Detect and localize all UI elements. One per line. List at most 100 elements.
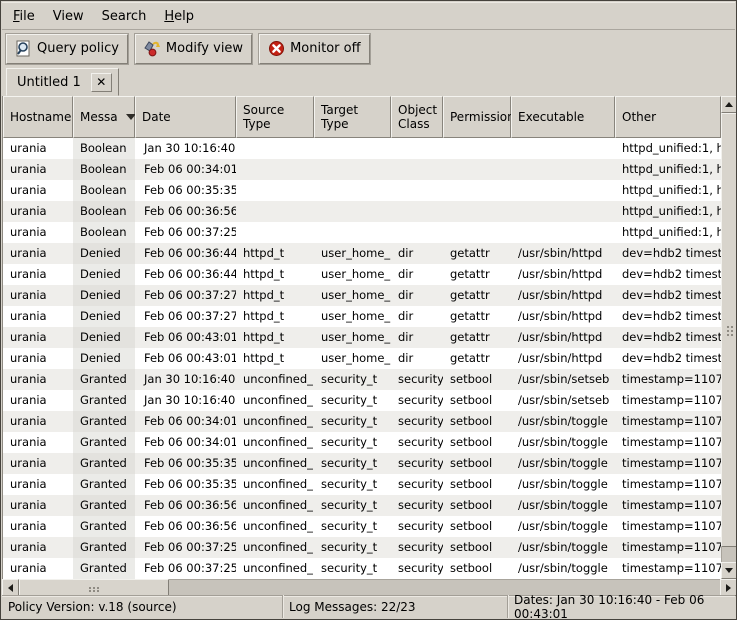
cell-executable: /usr/sbin/toggle [511,495,615,516]
table-body: uraniaBooleanJan 30 10:16:40httpd_unifie… [3,138,721,579]
cell-source-type [236,138,314,159]
column-header-executable[interactable]: Executable [511,96,615,138]
column-header-date[interactable]: Date [135,96,236,138]
scroll-left-arrow[interactable] [2,579,19,596]
cell-other: dev=hdb2 timesta [615,306,721,327]
cell-hostname: urania [3,243,73,264]
cell-other: timestamp=11076 [615,558,721,579]
cell-target-type: security_t [314,558,391,579]
table-row[interactable]: uraniaDeniedFeb 06 00:36:44httpd_tuser_h… [3,264,721,285]
down-arrow-icon [725,568,733,573]
cell-other: timestamp=11071 [615,369,721,390]
cell-executable: /usr/sbin/toggle [511,474,615,495]
menu-search[interactable]: Search [93,5,156,28]
vertical-scrollbar-thumb[interactable] [721,113,737,547]
table-row[interactable]: uraniaGrantedFeb 06 00:35:35unconfined_s… [3,453,721,474]
cell-permission: getattr [443,327,511,348]
menu-file[interactable]: File [4,5,44,28]
menu-view[interactable]: View [44,5,93,28]
table-row[interactable]: uraniaBooleanFeb 06 00:36:56httpd_unifie… [3,201,721,222]
tab-untitled-1[interactable]: Untitled 1 ✕ [6,68,119,96]
column-header-source-type[interactable]: Source Type [236,96,314,138]
table-row[interactable]: uraniaDeniedFeb 06 00:43:01httpd_tuser_h… [3,348,721,369]
cell-target-type: security_t [314,390,391,411]
cell-hostname: urania [3,516,73,537]
cell-source-type [236,201,314,222]
table-row[interactable]: uraniaDeniedFeb 06 00:37:27httpd_tuser_h… [3,306,721,327]
cell-target-type: security_t [314,432,391,453]
cell-object-class: dir [391,348,443,369]
cell-date: Feb 06 00:35:35 [135,474,236,495]
horizontal-scrollbar-thumb[interactable] [19,579,169,596]
tab-close-button[interactable]: ✕ [91,73,112,92]
cell-object-class: security [391,495,443,516]
tab-bar: Untitled 1 ✕ [2,67,735,96]
cell-permission [443,159,511,180]
column-header-other[interactable]: Other [615,96,721,138]
column-header-hostname[interactable]: Hostname [3,96,73,138]
table-row[interactable]: uraniaBooleanFeb 06 00:37:25httpd_unifie… [3,222,721,243]
column-header-object-class[interactable]: Object Class [391,96,443,138]
vertical-scrollbar[interactable] [721,96,737,579]
cell-message: Boolean [73,138,135,159]
cell-object-class [391,180,443,201]
column-header-permission[interactable]: Permission [443,96,511,138]
cell-object-class [391,159,443,180]
cell-target-type: user_home_ [314,327,391,348]
cell-object-class: dir [391,243,443,264]
modify-view-icon [144,40,161,57]
scroll-down-arrow[interactable] [721,562,737,579]
cell-source-type: httpd_t [236,285,314,306]
cell-date: Feb 06 00:43:01 [135,348,236,369]
cell-target-type [314,201,391,222]
cell-target-type: security_t [314,495,391,516]
cell-permission: getattr [443,306,511,327]
menu-help[interactable]: Help [155,5,203,28]
cell-target-type: user_home_ [314,306,391,327]
cell-object-class: security [391,369,443,390]
cell-date: Feb 06 00:36:44 [135,243,236,264]
table-row[interactable]: uraniaGrantedFeb 06 00:34:01unconfined_s… [3,432,721,453]
table-row[interactable]: uraniaBooleanFeb 06 00:34:01httpd_unifie… [3,159,721,180]
cell-source-type: unconfined_ [236,432,314,453]
cell-object-class: security [391,432,443,453]
table-row[interactable]: uraniaBooleanJan 30 10:16:40httpd_unifie… [3,138,721,159]
cell-date: Jan 30 10:16:40 [135,369,236,390]
application-window: File View Search Help Query policy [0,0,737,620]
table-row[interactable]: uraniaGrantedFeb 06 00:37:25unconfined_s… [3,558,721,579]
column-header-message[interactable]: Messa [73,96,135,138]
cell-message: Granted [73,516,135,537]
cell-permission [443,222,511,243]
table-row[interactable]: uraniaGrantedJan 30 10:16:40unconfined_s… [3,369,721,390]
cell-object-class: dir [391,264,443,285]
cell-permission [443,180,511,201]
cell-hostname: urania [3,432,73,453]
table-row[interactable]: uraniaGrantedJan 30 10:16:40unconfined_s… [3,390,721,411]
table-row[interactable]: uraniaDeniedFeb 06 00:43:01httpd_tuser_h… [3,327,721,348]
table-row[interactable]: uraniaDeniedFeb 06 00:36:44httpd_tuser_h… [3,243,721,264]
cell-message: Boolean [73,222,135,243]
query-policy-button[interactable]: Query policy [6,34,128,64]
modify-view-button[interactable]: Modify view [135,34,252,64]
cell-message: Granted [73,390,135,411]
cell-executable: /usr/sbin/httpd [511,243,615,264]
table-row[interactable]: uraniaGrantedFeb 06 00:35:35unconfined_s… [3,474,721,495]
cell-message: Granted [73,432,135,453]
table-row[interactable]: uraniaGrantedFeb 06 00:36:56unconfined_s… [3,516,721,537]
table-row[interactable]: uraniaGrantedFeb 06 00:36:56unconfined_s… [3,495,721,516]
monitor-off-button[interactable]: Monitor off [259,34,369,64]
table-row[interactable]: uraniaGrantedFeb 06 00:37:25unconfined_s… [3,537,721,558]
column-header-target-type[interactable]: Target Type [314,96,391,138]
cell-hostname: urania [3,453,73,474]
cell-date: Feb 06 00:35:35 [135,180,236,201]
scroll-up-arrow[interactable] [721,96,737,113]
cell-object-class: security [391,411,443,432]
cell-executable [511,180,615,201]
table-row[interactable]: uraniaDeniedFeb 06 00:37:27httpd_tuser_h… [3,285,721,306]
cell-hostname: urania [3,411,73,432]
cell-hostname: urania [3,222,73,243]
table-row[interactable]: uraniaBooleanFeb 06 00:35:35httpd_unifie… [3,180,721,201]
cell-permission: setbool [443,432,511,453]
table-row[interactable]: uraniaGrantedFeb 06 00:34:01unconfined_s… [3,411,721,432]
cell-object-class: security [391,474,443,495]
